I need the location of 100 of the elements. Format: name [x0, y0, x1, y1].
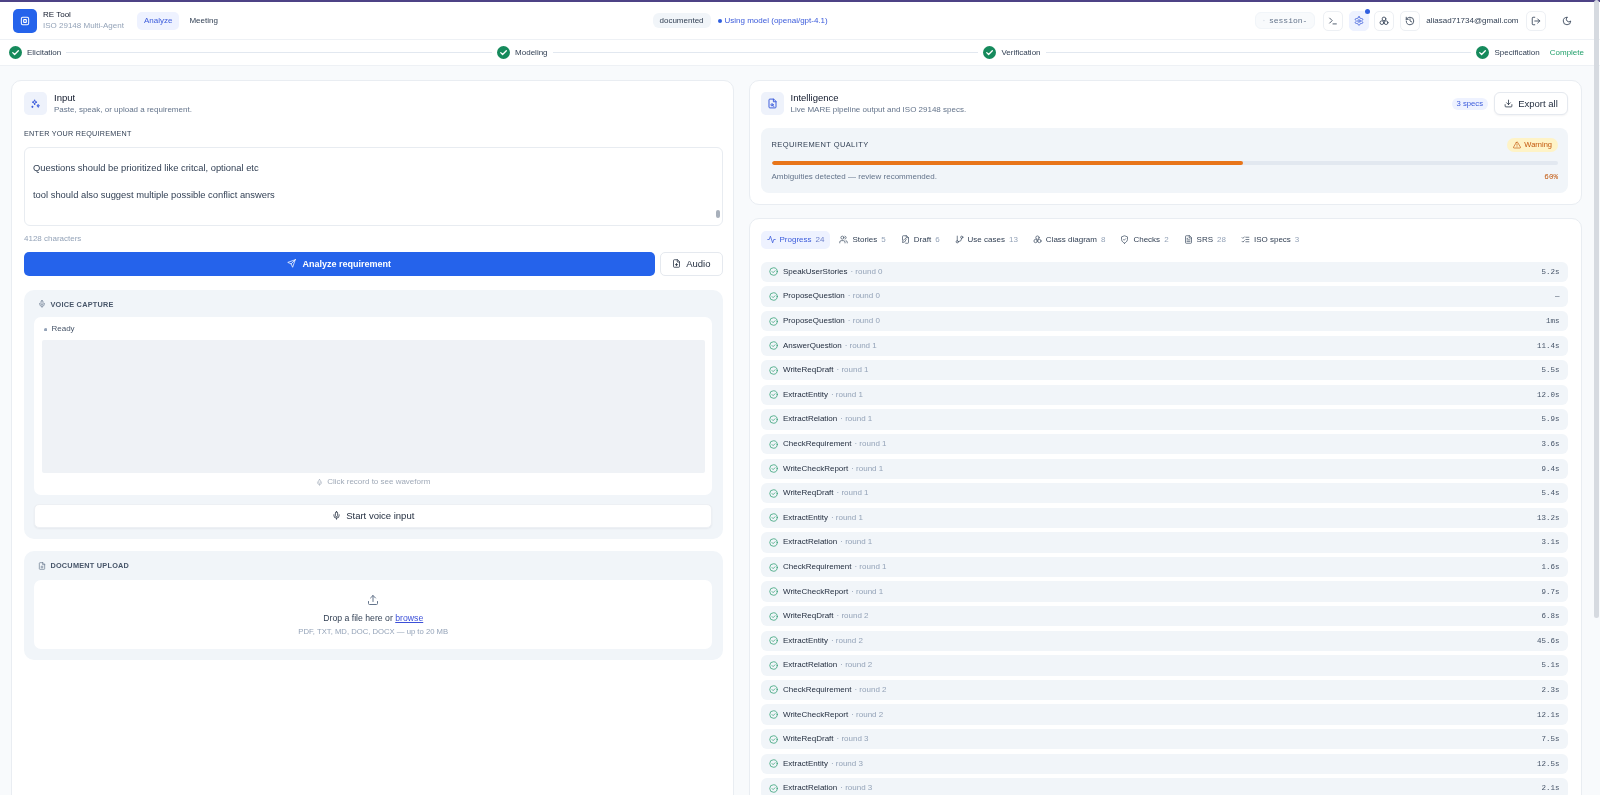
step-round: · round 1 — [854, 439, 887, 450]
scrollbar-thumb[interactable] — [1594, 0, 1599, 618]
status-dot-icon — [44, 327, 48, 332]
step-name: CheckRequirement — [783, 439, 852, 450]
warning-icon — [1513, 141, 1522, 149]
step-label: Specification — [1494, 47, 1540, 58]
card-subtitle: Live MARE pipeline output and ISO 29148 specs. — [790, 105, 967, 115]
toolbar-button[interactable] — [1399, 10, 1420, 31]
step-round: · round 2 — [830, 635, 863, 646]
checklist-icon — [1240, 235, 1250, 245]
step-name: ProposeQuestion — [783, 291, 845, 302]
results-tab[interactable]: SRS 28 — [1177, 230, 1232, 249]
step-name: WriteReqDraft — [783, 365, 834, 376]
session-label: session- — [1268, 15, 1308, 26]
step-name: ExtractEntity — [783, 635, 828, 646]
analyze-button[interactable]: Analyze requirement — [24, 251, 655, 276]
card-subtitle: Paste, speak, or upload a requirement. — [54, 105, 192, 115]
stepper-status: Complete — [1549, 47, 1584, 58]
settings-icon — [1353, 15, 1364, 26]
step-name: ExtractRelation — [783, 783, 838, 794]
step-round: · round 3 — [840, 783, 873, 794]
recorder-status: Ready — [51, 324, 75, 335]
results-tab[interactable]: Class diagram 8 — [1026, 230, 1112, 249]
app-subtitle: ISO 29148 Multi-Agent — [43, 21, 124, 31]
step-round: · round 2 — [840, 660, 873, 671]
circles-icon — [1379, 15, 1390, 26]
step-round: · round 1 — [830, 389, 863, 400]
toolbar-button[interactable] — [1374, 10, 1395, 31]
history-icon — [1404, 15, 1415, 26]
step-name: CheckRequirement — [783, 562, 852, 572]
logout-icon — [1530, 15, 1541, 26]
step-round: · round 3 — [830, 758, 863, 769]
step-round: · round 1 — [830, 512, 863, 523]
step-name: ExtractRelation — [783, 660, 838, 671]
step-round: · round 2 — [836, 611, 869, 622]
quality-note: Ambiguities detected — review recommended. — [771, 171, 937, 182]
audio-button[interactable]: Audio — [660, 251, 723, 276]
results-tab[interactable]: Stories 5 — [833, 230, 892, 249]
logout-button[interactable] — [1525, 10, 1546, 31]
scrollbar-thumb[interactable] — [716, 210, 720, 218]
step-round: · round 1 — [851, 586, 884, 597]
step-name: ExtractEntity — [783, 389, 828, 400]
mode-badge: documented — [652, 13, 711, 28]
step-name: ExtractRelation — [783, 537, 838, 548]
results-tab[interactable]: Checks 2 — [1114, 230, 1175, 249]
microphone-icon — [332, 511, 342, 521]
step-name: WriteReqDraft — [783, 488, 834, 499]
microphone-icon — [316, 478, 324, 486]
drop-instructions: Drop a file here or browse — [323, 613, 424, 623]
step-round: · round 1 — [840, 414, 873, 425]
results-tab[interactable]: Draft 6 — [894, 230, 946, 249]
microphone-icon — [38, 300, 47, 309]
branch-icon — [954, 235, 964, 245]
user-email: aliasad71734@gmail.com — [1426, 15, 1519, 26]
requirement-field[interactable]: Questions should be prioritized like critcal, optional etc tool should also suggest multiple possible conflict answers — [24, 147, 723, 226]
step-name: WriteReqDraft — [783, 611, 834, 622]
step-round: · round 1 — [836, 365, 869, 376]
step-round: · round 1 — [840, 537, 873, 548]
activity-icon — [766, 235, 776, 245]
step-label: Verification — [1001, 47, 1041, 58]
step-name: SpeakUserStories — [783, 266, 848, 277]
results-tab[interactable]: Use cases 13 — [948, 230, 1024, 249]
step-name: WriteCheckReport — [783, 709, 849, 720]
step-round: · round 2 — [854, 685, 887, 695]
file-plus-icon — [672, 259, 682, 269]
results-tab[interactable]: Progress 24 — [760, 230, 831, 249]
step-round: · round 0 — [847, 316, 880, 327]
sparkles-icon — [24, 92, 47, 115]
step-round: · round 1 — [844, 340, 877, 351]
moon-icon — [1562, 15, 1572, 26]
step-name: WriteCheckReport — [783, 463, 849, 474]
step-label: Elicitation — [27, 47, 62, 58]
step-round: · round 0 — [850, 266, 883, 277]
chip-logo-icon — [13, 8, 37, 33]
terminal-icon — [1328, 15, 1339, 26]
file-text-icon — [1183, 235, 1193, 245]
card-title: Intelligence — [790, 92, 840, 103]
step-name: AnswerQuestion — [783, 340, 842, 351]
download-icon — [1504, 99, 1514, 108]
step-round: · round 1 — [854, 562, 887, 572]
toolbar-button[interactable] — [1348, 10, 1369, 31]
step-name: ProposeQuestion — [783, 316, 845, 327]
model-status: Using model (openai/gpt-4.1) — [724, 15, 828, 26]
start-voice-button[interactable]: Start voice input — [34, 504, 713, 528]
nav-tab[interactable]: Analyze — [136, 11, 180, 30]
browse-link[interactable]: browse — [395, 613, 424, 623]
results-tab[interactable]: ISO specs 3 — [1234, 230, 1306, 249]
step-name: WriteCheckReport — [783, 586, 849, 597]
step-round: · round 1 — [836, 488, 869, 499]
step-name: CheckRequirement — [783, 685, 852, 695]
step-round: · round 2 — [851, 709, 884, 720]
export-button[interactable]: Export all — [1494, 91, 1568, 116]
step-label: Modeling — [515, 47, 548, 58]
step-round: · round 0 — [847, 291, 880, 302]
nav-tab[interactable]: Meeting — [182, 11, 225, 30]
upload-icon — [367, 593, 380, 606]
file-plus-icon — [38, 561, 47, 570]
step-name: ExtractEntity — [783, 758, 828, 769]
status-dot-icon — [717, 18, 722, 23]
step-name: ExtractRelation — [783, 414, 838, 425]
